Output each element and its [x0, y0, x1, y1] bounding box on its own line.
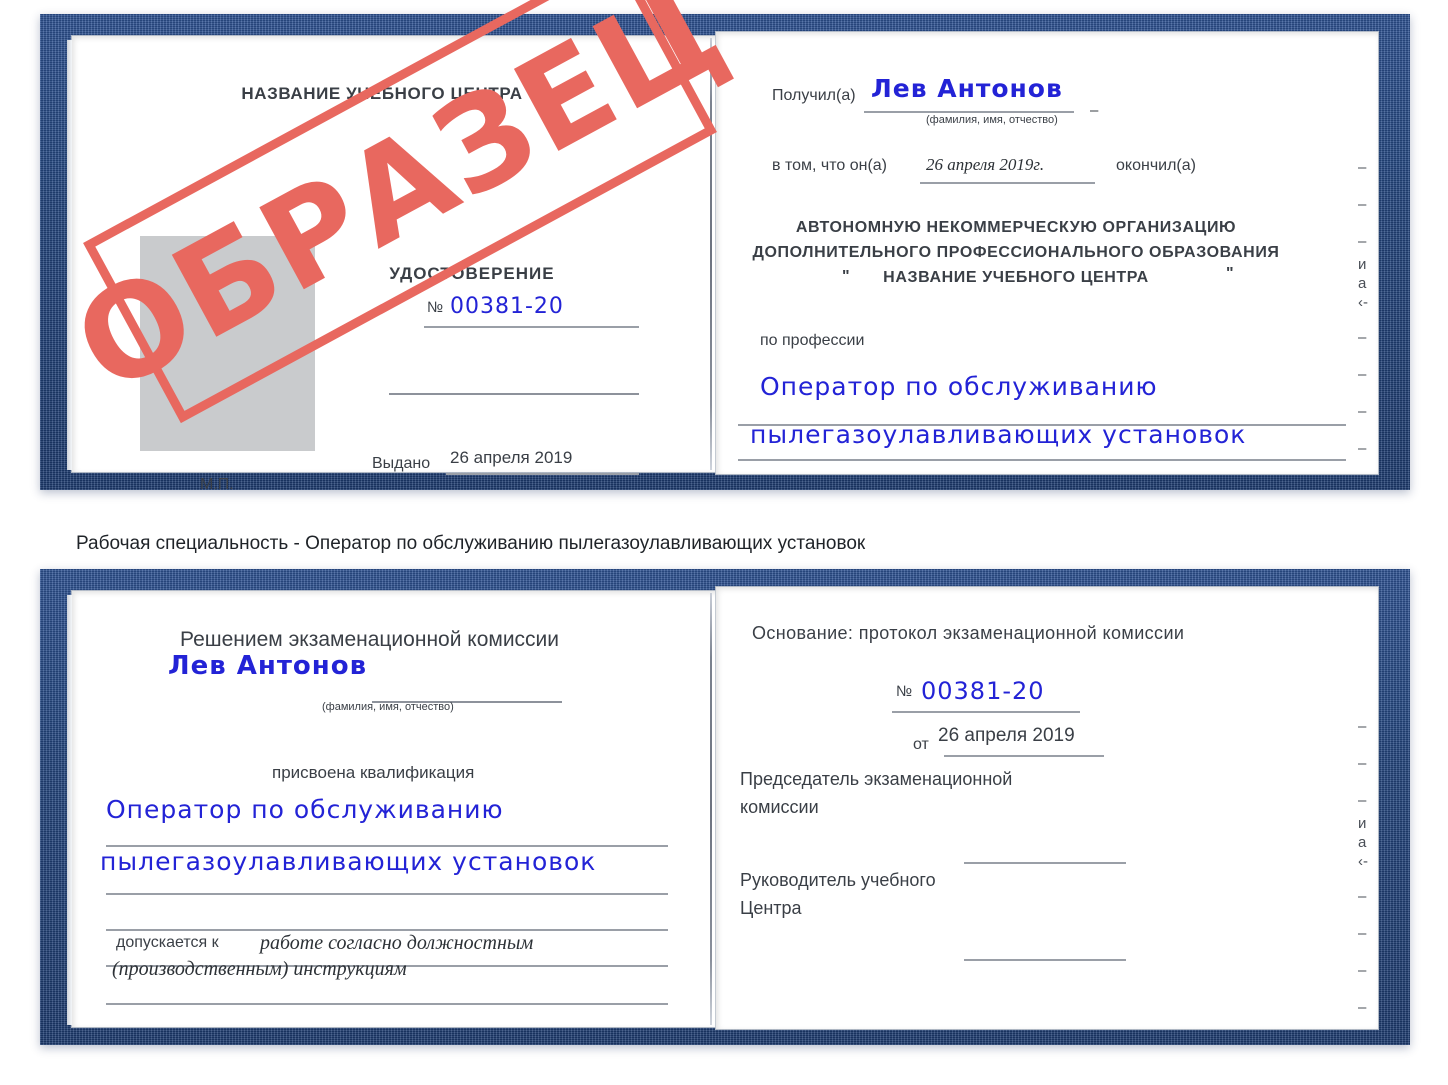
protocol-number-rule: [892, 711, 1080, 713]
margin-glyph: –: [1358, 888, 1367, 905]
seal-label: М.П.: [200, 476, 234, 493]
basis-label: Основание: протокол экзаменационной коми…: [752, 623, 1185, 643]
profession-rule-2: [738, 459, 1346, 461]
fio-hint: (фамилия, имя, отчество): [926, 114, 1058, 126]
chairman-label-line-1: Председатель экзаменационной: [740, 769, 1013, 789]
margin-glyph: –: [1358, 233, 1367, 250]
certificate-number-value: 00381-20: [450, 294, 564, 319]
admitted-value-line-1: работе согласно должностным: [260, 932, 534, 954]
margin-glyph: –: [1358, 196, 1367, 213]
admitted-label: допускается к: [116, 934, 219, 951]
protocol-date-rule: [944, 755, 1104, 757]
blank-rule-3: [106, 929, 668, 931]
completion-date-value: 26 апреля 2019г.: [926, 155, 1045, 174]
margin-glyph: а: [1358, 275, 1367, 292]
certificate-top-right-page: Получил(а) Лев Антонов (фамилия, имя, от…: [716, 32, 1378, 474]
received-name-value: Лев Антонов: [871, 74, 1063, 103]
margin-glyph: –: [1358, 329, 1367, 346]
right-margin-glyph-column: – – – и а ‹- – – – –: [1358, 160, 1368, 456]
that-he-label: в том, что он(а): [772, 157, 887, 174]
margin-glyph: –: [1358, 999, 1367, 1016]
issued-label: Выдано: [372, 455, 431, 472]
director-signature-rule: [964, 959, 1126, 961]
protocol-number-value: 00381-20: [921, 677, 1045, 705]
certificate-bottom-right-page: Основание: протокол экзаменационной коми…: [716, 587, 1378, 1029]
number-rule: [424, 326, 639, 328]
caption-text: Рабочая специальность - Оператор по обсл…: [76, 533, 866, 554]
qualification-rule-2: [106, 893, 668, 895]
certificate-top-left-page: НАЗВАНИЕ УЧЕБНОГО ЦЕНТРА УДОСТОВЕРЕНИЕ №…: [72, 36, 732, 493]
director-label-line-1: Руководитель учебного: [740, 870, 936, 890]
issued-rule: [446, 473, 639, 475]
qualification-label: присвоена квалификация: [272, 763, 475, 782]
margin-glyph: ‹-: [1358, 294, 1368, 311]
certificate-top: НАЗВАНИЕ УЧЕБНОГО ЦЕНТРА УДОСТОВЕРЕНИЕ №…: [40, 14, 1410, 493]
profession-value-line-2: пылегазоулавливающих установок: [750, 420, 1247, 449]
screenshot-root: НАЗВАНИЕ УЧЕБНОГО ЦЕНТРА УДОСТОВЕРЕНИЕ №…: [0, 0, 1448, 1085]
chairman-signature-rule: [964, 862, 1126, 864]
fio-hint: (фамилия, имя, отчество): [322, 701, 454, 713]
margin-glyph: –: [1358, 755, 1367, 772]
director-label-line-2: Центра: [740, 898, 802, 918]
organization-line-1: АВТОНОМНУЮ НЕКОММЕРЧЕСКУЮ ОРГАНИЗАЦИЮ: [795, 219, 1237, 236]
protocol-number-label: №: [896, 683, 913, 700]
chairman-label-line-2: комиссии: [740, 797, 819, 817]
margin-glyph: –: [1358, 159, 1367, 176]
margin-glyph: –: [1358, 925, 1367, 942]
completion-date-rule: [920, 182, 1095, 184]
issued-date-value: 26 апреля 2019: [450, 448, 573, 467]
number-label: №: [427, 299, 444, 316]
profession-label: по профессии: [760, 332, 865, 349]
certificate-bottom: Решением экзаменационной комиссии Лев Ан…: [40, 569, 1410, 1045]
photo-placeholder: [140, 236, 315, 451]
document-type-label: УДОСТОВЕРЕНИЕ: [389, 264, 555, 283]
protocol-date-label: от: [913, 736, 929, 753]
qualification-value-line-1: Оператор по обслуживанию: [106, 795, 504, 824]
commission-decision-header: Решением экзаменационной комиссии: [180, 628, 560, 651]
quote-close: ": [1226, 265, 1234, 282]
training-center-header: НАЗВАНИЕ УЧЕБНОГО ЦЕНТРА: [241, 84, 523, 103]
margin-glyph: –: [1358, 792, 1367, 809]
margin-glyph: и: [1358, 256, 1367, 273]
margin-glyph: а: [1358, 834, 1367, 851]
admitted-rule-bottom: [106, 1003, 668, 1005]
qualification-value-line-2: пылегазоулавливающих установок: [100, 847, 597, 876]
graduate-name-value: Лев Антонов: [168, 651, 368, 681]
margin-glyph: –: [1358, 403, 1367, 420]
organization-line-2: ДОПОЛНИТЕЛЬНОГО ПРОФЕССИОНАЛЬНОГО ОБРАЗО…: [752, 244, 1280, 261]
margin-dash-top: –: [1090, 102, 1099, 119]
protocol-date-value: 26 апреля 2019: [938, 725, 1075, 746]
admitted-value-line-2: (производственным) инструкциям: [112, 958, 407, 980]
margin-glyph: –: [1358, 718, 1367, 735]
right-margin-glyph-column: – – – и а ‹- – – – –: [1358, 719, 1368, 1015]
finished-label: окончил(а): [1116, 157, 1196, 174]
margin-glyph: –: [1358, 962, 1367, 979]
blank-rule-1: [389, 393, 639, 395]
margin-glyph: и: [1358, 815, 1367, 832]
profession-value-line-1: Оператор по обслуживанию: [760, 372, 1158, 401]
certificate-bottom-left-page: Решением экзаменационной комиссии Лев Ан…: [72, 591, 732, 1027]
received-label: Получил(а): [772, 87, 856, 104]
margin-glyph: –: [1358, 440, 1367, 457]
margin-glyph: ‹-: [1358, 853, 1368, 870]
margin-glyph: –: [1358, 366, 1367, 383]
received-rule: [864, 111, 1074, 113]
